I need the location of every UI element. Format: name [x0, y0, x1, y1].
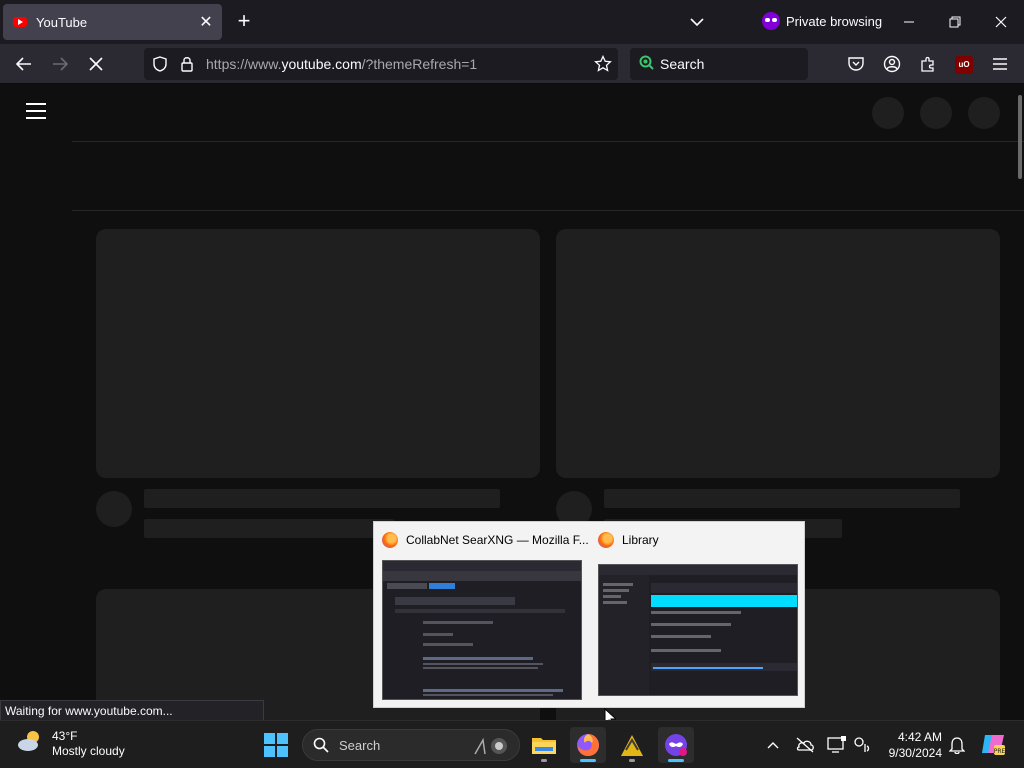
meta-skeleton: [144, 519, 394, 538]
stop-loading-button[interactable]: [84, 52, 108, 76]
url-prefix: https://www.: [206, 56, 282, 72]
notification-bell-icon[interactable]: [946, 734, 968, 756]
navigation-toolbar: https://www.youtube.com/?themeRefresh=1 …: [0, 44, 1024, 84]
placeholder-circle: [968, 97, 1000, 129]
display-monitor-icon[interactable]: [826, 734, 848, 756]
preview-title: CollabNet SearXNG — Mozilla F...: [406, 533, 589, 547]
network-volume-icon[interactable]: [852, 734, 874, 756]
weather-temperature: 43°F: [52, 728, 78, 743]
close-window-button[interactable]: [989, 10, 1013, 34]
url-text[interactable]: https://www.youtube.com/?themeRefresh=1: [206, 56, 477, 72]
list-all-tabs-chevron-icon[interactable]: [686, 11, 708, 33]
onedrive-offline-icon[interactable]: [794, 734, 816, 756]
close-tab-icon[interactable]: ✕: [196, 12, 216, 32]
account-icon[interactable]: [880, 52, 904, 76]
preview-window-library[interactable]: Library: [590, 522, 806, 709]
forward-button[interactable]: [48, 52, 72, 76]
bookmark-star-icon[interactable]: [594, 54, 612, 78]
video-thumbnail-skeleton: [96, 229, 540, 478]
taskbar-search-placeholder: Search: [339, 738, 381, 753]
restore-button[interactable]: [943, 10, 967, 34]
search-bar-placeholder: Search: [660, 56, 705, 72]
back-button[interactable]: [12, 52, 36, 76]
title-skeleton: [144, 489, 500, 508]
weather-condition: Mostly cloudy: [52, 743, 125, 758]
tab-bar: YouTube ✕ + Private browsing: [0, 0, 1024, 44]
preview-title: Library: [622, 533, 659, 547]
new-tab-button[interactable]: +: [232, 10, 256, 34]
hamburger-menu-icon[interactable]: [988, 52, 1012, 76]
search-highlight-icon: [471, 734, 511, 763]
copilot-icon[interactable]: PRE: [980, 731, 1006, 757]
windows-taskbar: 43°F Mostly cloudy Search 4:42 AM 9/30/2…: [0, 720, 1024, 768]
shield-icon[interactable]: [152, 56, 168, 77]
url-suffix: /?themeRefresh=1: [361, 56, 478, 72]
taskbar-search-box[interactable]: Search: [302, 729, 520, 761]
page-scrollbar[interactable]: [1018, 95, 1022, 179]
firefox-icon: [382, 532, 398, 548]
app-yellow-icon[interactable]: [614, 727, 650, 763]
private-browsing-label: Private browsing: [786, 13, 883, 29]
search-engine-icon: [638, 54, 656, 77]
screen: YouTube ✕ + Private browsing https://www…: [0, 0, 1024, 768]
video-thumbnail-skeleton: [556, 229, 1000, 478]
preview-thumbnail: [382, 560, 582, 700]
chips-divider: [72, 210, 1024, 211]
start-button-windows-icon[interactable]: [264, 733, 288, 757]
lock-icon[interactable]: [179, 55, 195, 78]
url-host: youtube.com: [281, 56, 362, 72]
youtube-guide-menu-icon[interactable]: [26, 103, 46, 119]
preview-window-searxng[interactable]: CollabNet SearXNG — Mozilla F...: [374, 522, 590, 709]
placeholder-circle: [872, 97, 904, 129]
show-hidden-icons-chevron-icon[interactable]: [762, 734, 784, 756]
firefox-taskbar-icon[interactable]: [570, 727, 606, 763]
weather-widget[interactable]: 43°F Mostly cloudy: [16, 727, 125, 760]
header-divider: [72, 141, 1024, 142]
preview-thumbnail: [598, 564, 798, 696]
private-browsing-indicator: Private browsing: [762, 12, 882, 30]
file-explorer-icon[interactable]: [526, 727, 562, 763]
private-mask-icon: [762, 12, 780, 30]
youtube-favicon-icon: [13, 17, 27, 27]
minimize-button[interactable]: [897, 10, 921, 34]
svg-text:PRE: PRE: [994, 748, 1006, 755]
search-bar[interactable]: Search: [630, 48, 808, 80]
cloudy-weather-icon: [16, 727, 44, 760]
clock-date: 9/30/2024: [888, 746, 942, 760]
system-clock[interactable]: 4:42 AM 9/30/2024: [880, 729, 942, 761]
ublock-origin-icon[interactable]: uO: [955, 56, 973, 74]
tab-youtube[interactable]: YouTube ✕: [3, 4, 222, 40]
address-bar[interactable]: https://www.youtube.com/?themeRefresh=1: [144, 48, 618, 80]
clock-time: 4:42 AM: [897, 730, 942, 744]
channel-avatar-skeleton: [96, 491, 132, 527]
tab-title: YouTube: [36, 14, 88, 30]
firefox-icon: [598, 532, 614, 548]
firefox-private-taskbar-icon[interactable]: [658, 727, 694, 763]
placeholder-circle: [920, 97, 952, 129]
extensions-puzzle-icon[interactable]: [916, 52, 940, 76]
taskbar-thumbnail-preview: CollabNet SearXNG — Mozilla F... Library: [373, 521, 805, 708]
title-skeleton: [604, 489, 960, 508]
status-panel: Waiting for www.youtube.com...: [0, 700, 264, 721]
search-icon: [313, 737, 329, 758]
pocket-icon[interactable]: [844, 52, 868, 76]
